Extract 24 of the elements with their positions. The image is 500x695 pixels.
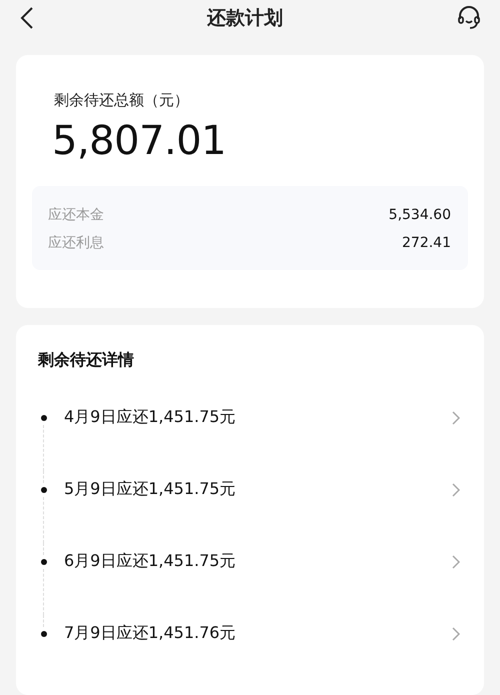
chevron-icon [452,483,460,497]
chevron-icon [452,555,460,569]
installment-row[interactable]: 4月9日应还1,451.75元 [50,399,462,471]
installment-row[interactable]: 6月9日应还1,451.75元 [50,543,462,615]
customer-service-button[interactable] [456,5,482,31]
back-icon [20,6,34,30]
breakdown-value: 272.41 [402,235,451,251]
installment-row[interactable]: 5月9日应还1,451.75元 [50,471,462,543]
headset-icon [456,5,482,31]
breakdown-label: 应还利息 [48,234,104,252]
breakdown-value: 5,534.60 [388,207,451,223]
timeline-dot [41,487,47,493]
timeline-dot [41,631,47,637]
breakdown-label: 应还本金 [48,206,104,224]
back-button[interactable] [20,6,34,30]
section-title: 剩余待还详情 [38,350,135,371]
total-amount: 5,807.01 [52,118,228,164]
timeline-dot [41,559,47,565]
page-title: 还款计划 [207,6,283,31]
timeline-dot [41,415,47,421]
installment-row[interactable]: 7月9日应还1,451.76元 [50,615,462,687]
total-label: 剩余待还总额（元） [54,91,190,110]
chevron-icon [452,411,460,425]
chevron-icon [452,627,460,641]
